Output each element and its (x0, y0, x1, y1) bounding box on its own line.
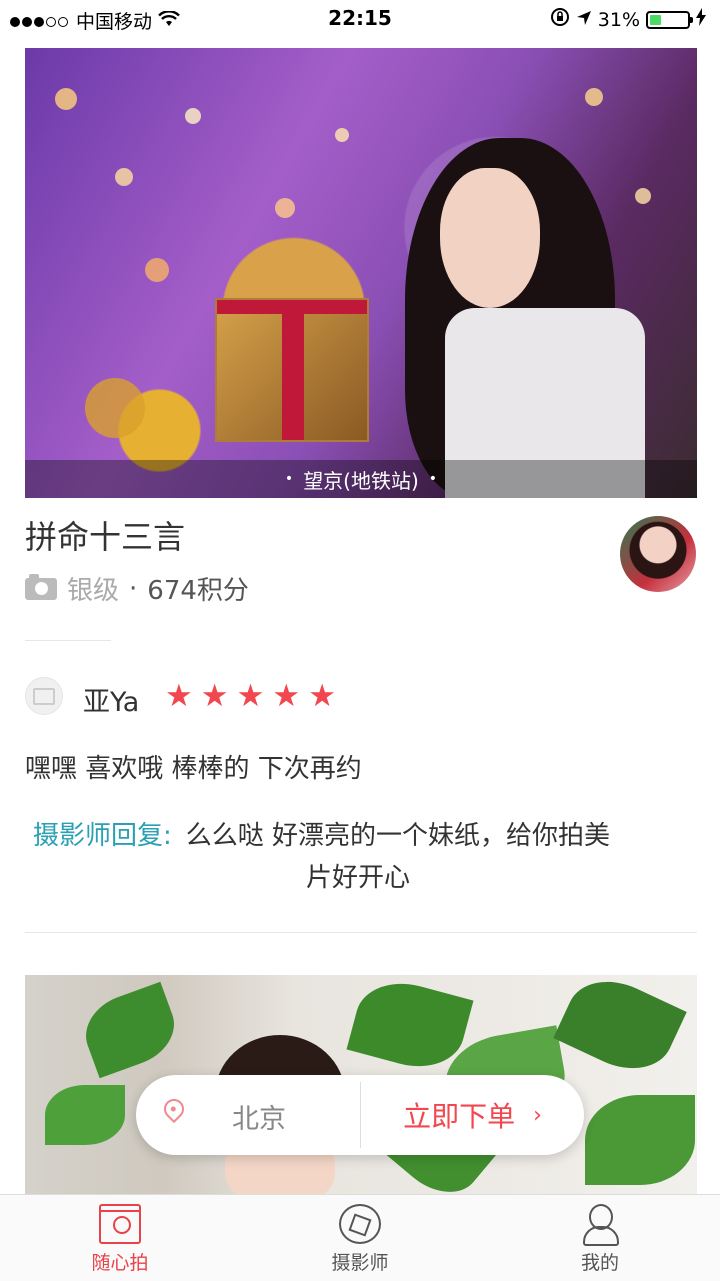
photographer-avatar[interactable] (620, 516, 696, 592)
bokeh-light (145, 258, 169, 282)
camera-icon (25, 573, 57, 600)
city-selector[interactable]: 北京 (136, 1075, 360, 1155)
star-icon: ★ (200, 678, 229, 714)
location-pin-icon (159, 1094, 189, 1124)
order-now-label: 立即下单 (403, 1100, 516, 1133)
leaf (75, 981, 185, 1079)
star-icon: ★ (236, 678, 265, 714)
star-icon: ★ (308, 678, 336, 714)
photographer-points: 674积分 (147, 576, 249, 606)
reply-text-line1: 么么哒 好漂亮的一个妹纸，给你拍美 (185, 821, 611, 851)
image-placeholder-icon (33, 687, 55, 705)
rotation-lock-icon (550, 7, 570, 32)
tab-label: 摄影师 (331, 1252, 389, 1274)
tab-me[interactable]: 我的 (480, 1195, 720, 1281)
bokeh-light (585, 88, 603, 106)
location-label: 望京(地铁站) (303, 468, 419, 493)
featured-photo[interactable]: • 望京(地铁站) • (25, 48, 697, 498)
review-text: 嘿嘿 喜欢哦 棒棒的 下次再约 (25, 754, 362, 784)
reply-label: 摄影师回复: (33, 821, 172, 851)
tab-label: 随心拍 (91, 1252, 149, 1274)
photographer-reply: 摄影师回复: 么么哒 好漂亮的一个妹纸，给你拍美 片好开心 (33, 815, 683, 899)
reviewer-name: 亚Ya (83, 687, 140, 718)
photographer-level: 银级 (67, 576, 120, 606)
charging-bolt-icon (696, 8, 706, 31)
meta-separator: · (129, 573, 138, 604)
bullet: • (428, 471, 438, 487)
tab-photographers[interactable]: 摄影师 (240, 1195, 480, 1281)
photographer-name[interactable]: 拼命十三言 (25, 512, 185, 558)
bokeh-light (55, 88, 77, 110)
bokeh-light (275, 198, 295, 218)
battery-icon (646, 10, 693, 29)
order-now-button[interactable]: 立即下单 › (361, 1075, 584, 1155)
location-arrow-icon (576, 9, 592, 31)
photographer-meta: 银级 · 674积分 (25, 570, 249, 607)
chevron-right-icon: › (533, 1102, 542, 1128)
bullet: • (284, 471, 294, 487)
bokeh-light (335, 128, 349, 142)
rating-stars: ★ ★ ★ ★ ★ (165, 678, 336, 714)
bokeh-light (185, 108, 201, 124)
battery-percent: 31% (597, 8, 640, 31)
bokeh-light (635, 188, 651, 204)
leaf (45, 1085, 125, 1145)
divider (25, 640, 111, 641)
leaf (585, 1095, 695, 1185)
star-icon: ★ (272, 678, 301, 714)
camera-icon (99, 1204, 141, 1244)
person-face (440, 168, 540, 308)
location-overlay: • 望京(地铁站) • (25, 460, 697, 498)
reply-text-line2: 片好开心 (305, 863, 410, 893)
aperture-icon (339, 1204, 381, 1244)
user-icon (579, 1204, 621, 1246)
status-bar: 中国移动 22:15 31% (0, 0, 720, 38)
star-icon: ★ (165, 678, 193, 714)
tab-random-shoot[interactable]: 随心拍 (0, 1195, 240, 1281)
city-label: 北京 (232, 1104, 286, 1135)
tab-label: 我的 (580, 1252, 619, 1274)
reviewer-avatar (25, 677, 63, 715)
divider (25, 932, 697, 933)
tab-bar: 随心拍 摄影师 我的 (0, 1194, 720, 1281)
bokeh-light (115, 168, 133, 186)
ornament (85, 378, 145, 438)
order-bar: 北京 立即下单 › (136, 1075, 584, 1155)
gift-box (215, 298, 369, 442)
leaf (553, 975, 687, 1085)
